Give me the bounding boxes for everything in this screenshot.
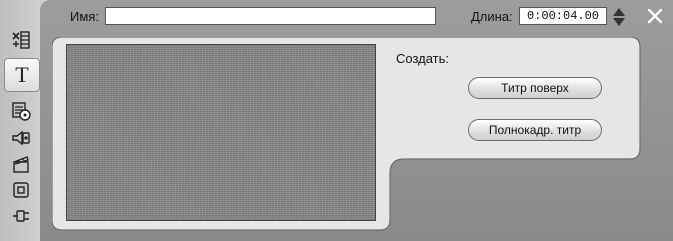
fullscreen-title-button[interactable]: Полнокадр. титр bbox=[468, 119, 602, 141]
title-text-icon: T bbox=[15, 62, 29, 87]
close-button[interactable] bbox=[644, 5, 666, 27]
title-preview[interactable] bbox=[66, 44, 376, 221]
tool-plugin[interactable] bbox=[6, 203, 36, 229]
timeline-edit-icon bbox=[12, 31, 30, 49]
length-input[interactable]: 0:00:04.00 bbox=[519, 7, 607, 25]
name-label: Имя: bbox=[70, 9, 99, 24]
audio-speaker-icon bbox=[12, 130, 30, 146]
disc-menu-icon bbox=[12, 102, 31, 121]
tool-clapperboard[interactable] bbox=[6, 151, 36, 177]
create-label: Создать: bbox=[396, 51, 450, 66]
title-bar: Имя: Длина: 0:00:04.00 bbox=[50, 4, 640, 30]
tool-frame[interactable] bbox=[6, 177, 36, 203]
spin-up-arrow-icon[interactable] bbox=[613, 8, 625, 16]
name-input[interactable] bbox=[105, 7, 436, 25]
clapperboard-icon bbox=[13, 156, 29, 173]
close-icon bbox=[647, 8, 663, 24]
tool-title[interactable]: T bbox=[4, 58, 40, 92]
frame-icon bbox=[13, 182, 29, 198]
length-label: Длина: bbox=[471, 9, 513, 24]
tool-audio[interactable] bbox=[6, 125, 36, 151]
plugin-icon bbox=[13, 210, 29, 222]
left-toolbar: T bbox=[0, 0, 44, 241]
tool-timeline-edit[interactable] bbox=[6, 27, 36, 53]
length-spinner[interactable] bbox=[612, 6, 626, 28]
tool-disc-menu[interactable] bbox=[6, 98, 36, 124]
spin-down-arrow-icon[interactable] bbox=[613, 18, 625, 26]
overlay-title-button[interactable]: Титр поверх bbox=[468, 77, 602, 99]
